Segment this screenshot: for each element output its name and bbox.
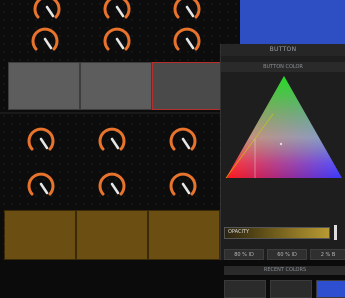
knob-icon[interactable] bbox=[166, 167, 200, 201]
recent-colors-title: RECENT COLORS bbox=[224, 266, 345, 275]
knob-icon[interactable] bbox=[24, 122, 58, 156]
opacity-slider[interactable]: OPACITY bbox=[224, 227, 330, 239]
recent-colors-row bbox=[224, 280, 345, 298]
recent-color-swatch[interactable] bbox=[224, 280, 266, 298]
opacity-handle[interactable] bbox=[334, 225, 337, 240]
knob-icon[interactable] bbox=[28, 22, 62, 56]
percent-button-60[interactable]: 60 % ID bbox=[267, 249, 307, 260]
percent-button-2[interactable]: 2 % B bbox=[310, 249, 345, 260]
grid-button-selected[interactable] bbox=[152, 62, 222, 110]
opacity-label: OPACITY bbox=[228, 229, 250, 235]
pad-button[interactable] bbox=[4, 210, 76, 260]
knob-icon[interactable] bbox=[30, 0, 64, 24]
row-divider bbox=[0, 112, 220, 114]
recent-color-swatch[interactable] bbox=[316, 280, 345, 298]
knob-icon[interactable] bbox=[95, 167, 129, 201]
knob-icon[interactable] bbox=[170, 0, 204, 24]
knob-icon[interactable] bbox=[95, 122, 129, 156]
knob-icon[interactable] bbox=[166, 122, 200, 156]
blue-button-tile[interactable] bbox=[240, 0, 345, 48]
grid-button[interactable] bbox=[80, 62, 152, 110]
recent-color-swatch[interactable] bbox=[270, 280, 312, 298]
panel-title: BUTTON bbox=[221, 44, 345, 56]
color-triangle[interactable] bbox=[225, 74, 343, 222]
grid-button[interactable] bbox=[8, 62, 80, 110]
percent-button-row: 80 % ID 60 % ID 2 % B bbox=[224, 249, 345, 260]
knob-icon[interactable] bbox=[100, 0, 134, 24]
knob-icon[interactable] bbox=[170, 22, 204, 56]
percent-button-80[interactable]: 80 % ID bbox=[224, 249, 264, 260]
knob-icon[interactable] bbox=[100, 22, 134, 56]
button-properties-panel: BUTTON BUTTON COLOR OPACITY 80 % ID 60 %… bbox=[220, 44, 345, 298]
button-color-title: BUTTON COLOR bbox=[221, 62, 345, 72]
pad-button[interactable] bbox=[76, 210, 148, 260]
knob-icon[interactable] bbox=[24, 167, 58, 201]
pad-button[interactable] bbox=[148, 210, 220, 260]
